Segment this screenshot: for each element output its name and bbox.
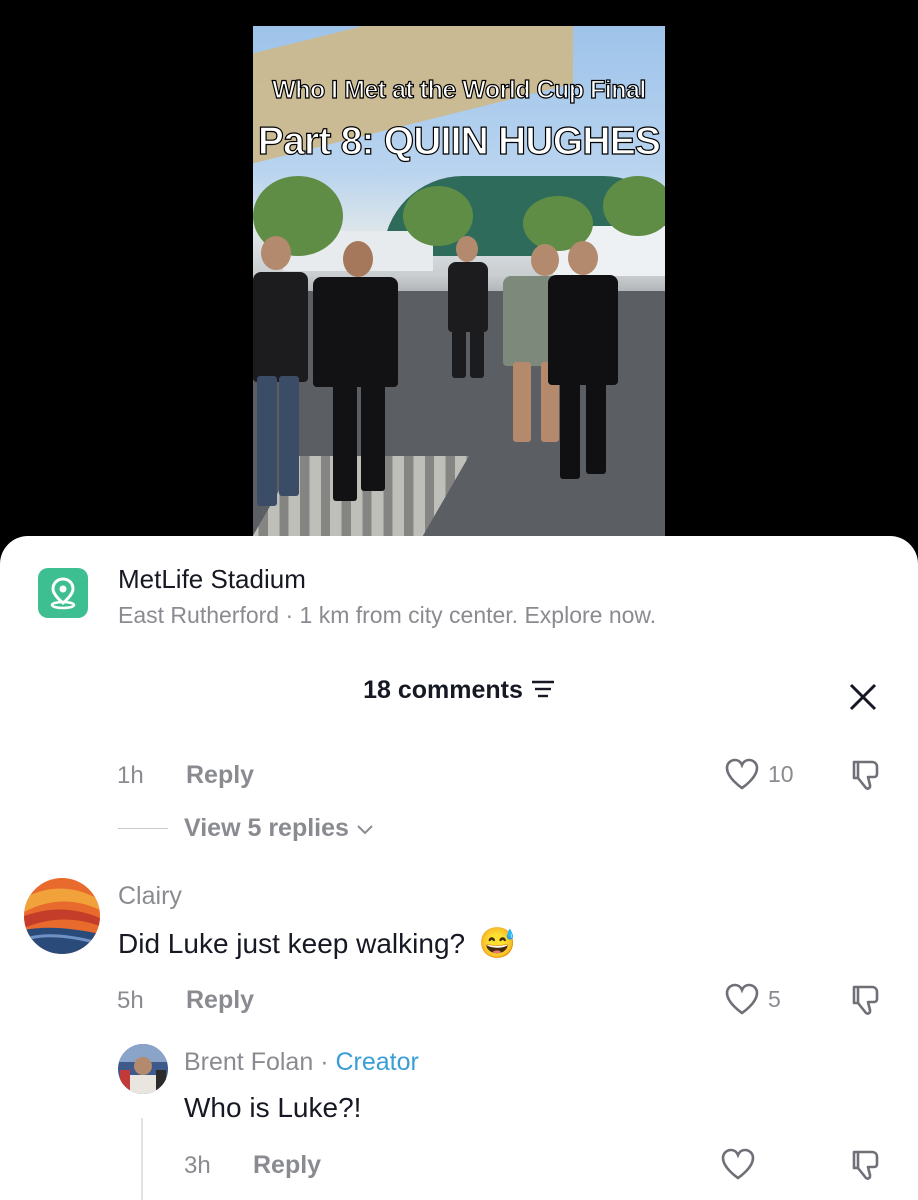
comment-time: 3h	[184, 1152, 211, 1179]
like-button[interactable]: 10	[724, 758, 794, 790]
comment-text-body: Did Luke just keep walking?	[118, 928, 466, 959]
like-count: 10	[768, 760, 794, 787]
location-pin-icon[interactable]	[38, 568, 88, 618]
dislike-icon[interactable]	[848, 983, 882, 1017]
like-count: 5	[768, 985, 781, 1012]
location-title[interactable]: MetLife Stadium	[118, 564, 306, 595]
avatar[interactable]	[24, 878, 100, 954]
chevron-down-icon	[357, 825, 373, 835]
comments-count[interactable]: 18 comments	[363, 676, 523, 704]
video-player[interactable]: Who I Met at the World Cup Final Part 8:…	[253, 26, 665, 546]
close-icon[interactable]	[848, 682, 878, 712]
video-title-line2: Part 8: QUIIN HUGHES	[257, 119, 661, 163]
comments-sheet: MetLife Stadium East Rutherford · 1 km f…	[0, 536, 918, 1200]
creator-badge: Creator	[335, 1048, 419, 1076]
reply-button[interactable]: Reply	[253, 1151, 321, 1180]
reply-author[interactable]: Brent Folan	[184, 1048, 313, 1076]
like-button[interactable]	[720, 1148, 764, 1180]
heart-icon	[725, 758, 759, 790]
heart-icon	[725, 983, 759, 1015]
view-replies-label: View 5 replies	[184, 814, 349, 842]
tree	[603, 176, 665, 236]
like-button[interactable]: 5	[724, 983, 781, 1015]
dislike-icon[interactable]	[848, 758, 882, 792]
reply-button[interactable]: Reply	[186, 986, 254, 1015]
reply-text: Who is Luke?!	[184, 1092, 362, 1123]
separator-dot: ·	[313, 1048, 336, 1076]
comment-time: 5h	[117, 987, 144, 1014]
location-subtitle[interactable]: East Rutherford · 1 km from city center.…	[118, 602, 656, 629]
heart-icon	[721, 1148, 755, 1180]
reply-author-line: Brent Folan · Creator	[184, 1048, 419, 1077]
view-replies-button[interactable]: View 5 replies	[184, 814, 374, 843]
divider	[118, 828, 168, 829]
thread-line	[141, 1118, 143, 1200]
filter-icon[interactable]	[531, 677, 555, 706]
comment-time: 1h	[117, 762, 144, 789]
dislike-icon[interactable]	[848, 1148, 882, 1182]
avatar[interactable]	[118, 1044, 168, 1094]
comments-header: 18 comments	[0, 676, 918, 706]
reply-button[interactable]: Reply	[186, 761, 254, 790]
comment-text: Did Luke just keep walking? 😅	[118, 926, 516, 961]
video-title-line1: Who I Met at the World Cup Final	[271, 75, 646, 104]
sweat-smile-emoji-icon: 😅	[478, 927, 517, 960]
comment-author[interactable]: Clairy	[118, 882, 182, 911]
